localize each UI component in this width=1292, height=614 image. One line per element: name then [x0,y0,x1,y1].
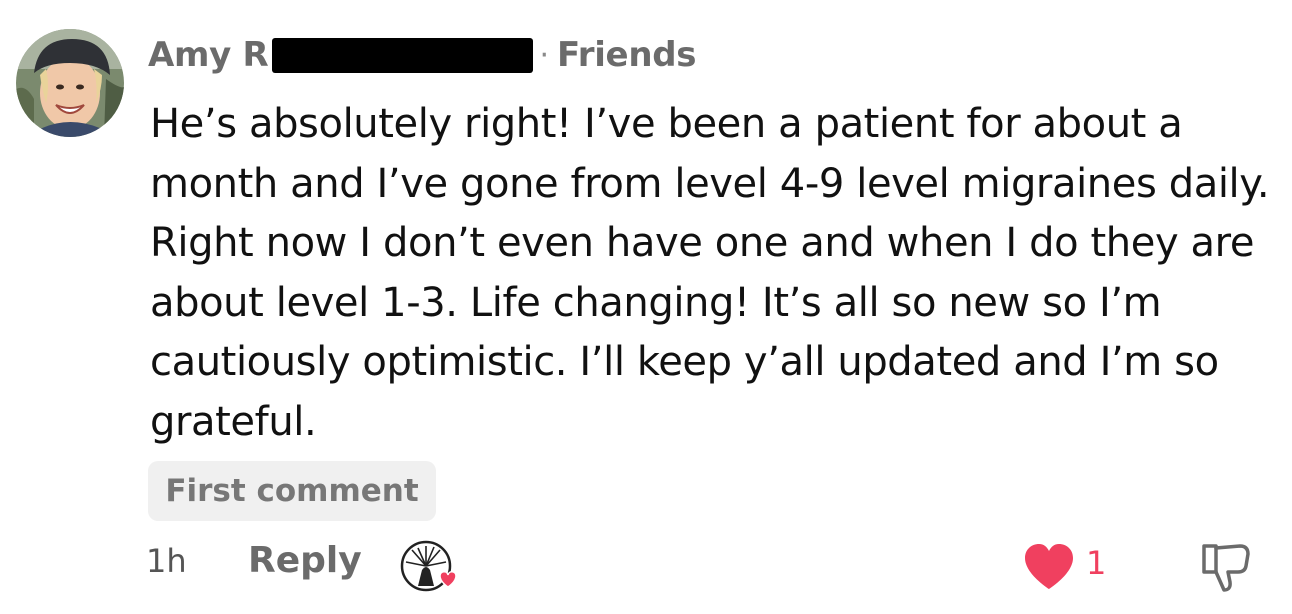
timestamp: 1h [146,542,187,580]
header-separator: · [539,37,549,73]
reactor-avatar-icon[interactable] [400,540,458,596]
comment-footer: 1h Reply 1 [0,540,1292,596]
first-comment-badge: First comment [148,461,436,521]
redaction-bar [272,37,534,73]
author-avatar[interactable] [16,29,124,137]
heart-icon[interactable] [1023,543,1075,591]
reply-button[interactable]: Reply [248,540,362,581]
comment-text: He’s absolutely right! I’ve been a patie… [150,101,1270,445]
author-name[interactable]: Amy R [148,35,269,75]
thumbs-down-icon[interactable] [1198,540,1254,596]
comment-header: Amy R · Friends [148,32,697,78]
like-count: 1 [1086,544,1107,582]
relation-label: Friends [556,35,697,75]
